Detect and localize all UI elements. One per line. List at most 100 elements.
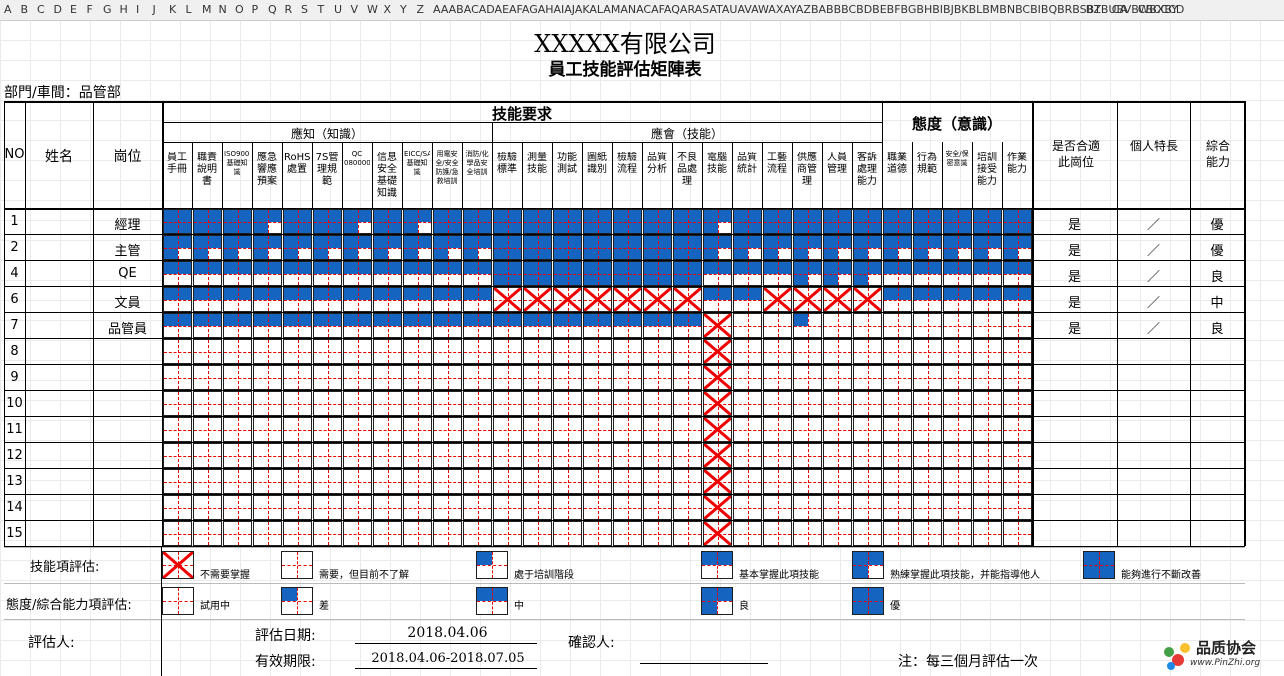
skill-level-cell[interactable]: [193, 391, 222, 416]
skill-level-cell[interactable]: [403, 417, 432, 442]
skill-level-cell[interactable]: [553, 287, 582, 312]
column-letter[interactable]: B: [21, 3, 29, 16]
skill-level-cell[interactable]: [223, 339, 252, 364]
skill-level-cell[interactable]: [463, 469, 492, 494]
skill-level-cell[interactable]: [583, 313, 612, 338]
skill-level-cell[interactable]: [733, 235, 762, 260]
skill-level-cell[interactable]: [223, 417, 252, 442]
skill-level-cell[interactable]: [553, 443, 582, 468]
skill-level-cell[interactable]: [313, 391, 342, 416]
skill-level-cell[interactable]: [793, 339, 822, 364]
skill-level-cell[interactable]: [281, 587, 313, 615]
skill-level-cell[interactable]: [553, 365, 582, 390]
skill-level-cell[interactable]: [673, 235, 702, 260]
column-letter[interactable]: K: [169, 3, 176, 16]
skill-level-cell[interactable]: [583, 417, 612, 442]
skill-level-cell[interactable]: [643, 469, 672, 494]
skill-level-cell[interactable]: [703, 391, 732, 416]
skill-level-cell[interactable]: [163, 443, 192, 468]
skill-level-cell[interactable]: [973, 339, 1002, 364]
skill-level-cell[interactable]: [1003, 521, 1032, 546]
skill-level-cell[interactable]: [793, 521, 822, 546]
skill-level-cell[interactable]: [763, 261, 792, 286]
skill-level-cell[interactable]: [163, 209, 192, 234]
skill-level-cell[interactable]: [583, 365, 612, 390]
skill-level-cell[interactable]: [943, 261, 972, 286]
skill-level-cell[interactable]: [883, 391, 912, 416]
skill-level-cell[interactable]: [253, 313, 282, 338]
skill-level-cell[interactable]: [523, 209, 552, 234]
skill-level-cell[interactable]: [673, 209, 702, 234]
skill-level-cell[interactable]: [793, 495, 822, 520]
skill-level-cell[interactable]: [823, 365, 852, 390]
skill-level-cell[interactable]: [853, 209, 882, 234]
skill-level-cell[interactable]: [253, 287, 282, 312]
skill-level-cell[interactable]: [673, 469, 702, 494]
skill-level-cell[interactable]: [823, 339, 852, 364]
skill-level-cell[interactable]: [763, 521, 792, 546]
skill-level-cell[interactable]: [703, 339, 732, 364]
skill-level-cell[interactable]: [463, 417, 492, 442]
skill-level-cell[interactable]: [1003, 443, 1032, 468]
skill-level-cell[interactable]: [493, 521, 522, 546]
skill-level-cell[interactable]: [373, 261, 402, 286]
skill-level-cell[interactable]: [733, 365, 762, 390]
skill-level-cell[interactable]: [583, 339, 612, 364]
skill-level-cell[interactable]: [193, 469, 222, 494]
skill-level-cell[interactable]: [823, 391, 852, 416]
skill-level-cell[interactable]: [733, 313, 762, 338]
skill-level-cell[interactable]: [883, 443, 912, 468]
skill-level-cell[interactable]: [943, 235, 972, 260]
column-letter[interactable]: CA: [1112, 3, 1127, 16]
skill-level-cell[interactable]: [1003, 365, 1032, 390]
skill-level-cell[interactable]: [673, 313, 702, 338]
column-letter[interactable]: G: [103, 3, 112, 16]
skill-level-cell[interactable]: [493, 209, 522, 234]
skill-level-cell[interactable]: [853, 261, 882, 286]
skill-level-cell[interactable]: [703, 235, 732, 260]
skill-level-cell[interactable]: [283, 521, 312, 546]
column-letter[interactable]: C: [37, 3, 45, 16]
skill-level-cell[interactable]: [883, 313, 912, 338]
skill-level-cell[interactable]: [673, 365, 702, 390]
skill-level-cell[interactable]: [613, 209, 642, 234]
skill-level-cell[interactable]: [493, 339, 522, 364]
skill-level-cell[interactable]: [373, 209, 402, 234]
skill-level-cell[interactable]: [253, 365, 282, 390]
skill-level-cell[interactable]: [433, 235, 462, 260]
skill-level-cell[interactable]: [613, 365, 642, 390]
skill-level-cell[interactable]: [852, 551, 884, 579]
skill-level-cell[interactable]: [463, 209, 492, 234]
skill-level-cell[interactable]: [223, 235, 252, 260]
skill-level-cell[interactable]: [163, 495, 192, 520]
skill-level-cell[interactable]: [283, 235, 312, 260]
skill-level-cell[interactable]: [223, 209, 252, 234]
skill-level-cell[interactable]: [853, 469, 882, 494]
skill-level-cell[interactable]: [283, 391, 312, 416]
skill-level-cell[interactable]: [373, 365, 402, 390]
skill-level-cell[interactable]: [253, 261, 282, 286]
column-letter[interactable]: L: [186, 3, 192, 16]
skill-level-cell[interactable]: [343, 339, 372, 364]
skill-level-cell[interactable]: [673, 417, 702, 442]
skill-level-cell[interactable]: [673, 443, 702, 468]
skill-level-cell[interactable]: [283, 287, 312, 312]
skill-level-cell[interactable]: [973, 469, 1002, 494]
skill-level-cell[interactable]: [553, 495, 582, 520]
skill-level-cell[interactable]: [283, 495, 312, 520]
skill-level-cell[interactable]: [163, 391, 192, 416]
skill-level-cell[interactable]: [403, 235, 432, 260]
skill-level-cell[interactable]: [373, 469, 402, 494]
skill-level-cell[interactable]: [373, 235, 402, 260]
skill-level-cell[interactable]: [913, 235, 942, 260]
skill-level-cell[interactable]: [433, 261, 462, 286]
skill-level-cell[interactable]: [613, 313, 642, 338]
skill-level-cell[interactable]: [373, 313, 402, 338]
skill-level-cell[interactable]: [163, 417, 192, 442]
skill-level-cell[interactable]: [823, 287, 852, 312]
skill-level-cell[interactable]: [613, 521, 642, 546]
skill-level-cell[interactable]: [193, 209, 222, 234]
skill-level-cell[interactable]: [613, 469, 642, 494]
skill-level-cell[interactable]: [643, 313, 672, 338]
skill-level-cell[interactable]: [373, 495, 402, 520]
